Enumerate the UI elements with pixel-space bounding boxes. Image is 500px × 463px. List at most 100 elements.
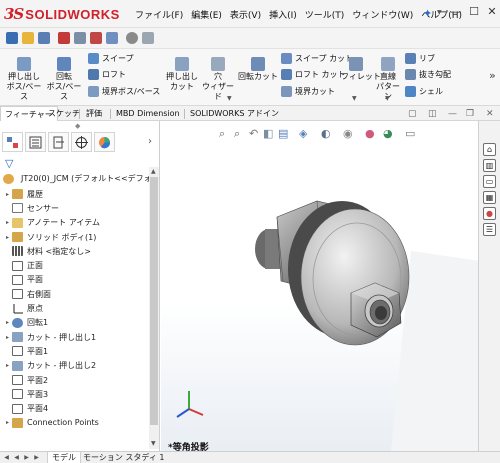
restore-doc-icon[interactable]: ❐ (466, 109, 474, 119)
tab-motion-study[interactable]: モーション スタディ 1 (79, 452, 168, 463)
boundary-cut-button[interactable]: 境界カット (281, 86, 335, 97)
maximize-button[interactable]: ☐ (467, 5, 481, 21)
expand-caret-icon[interactable]: ▸ (3, 219, 12, 226)
chevron-down-icon[interactable]: ▼ (227, 95, 232, 102)
property-manager-tab[interactable] (25, 132, 46, 152)
zoom-to-fit-icon[interactable]: ⌕ (219, 127, 225, 141)
loft-cut-button[interactable]: ロフト カット (281, 69, 346, 80)
chevron-down-icon[interactable]: ▼ (352, 95, 357, 102)
minimize-button[interactable]: — (449, 5, 463, 21)
next-tab-icon[interactable]: ▶ (22, 453, 31, 463)
rib-button[interactable]: リブ (405, 53, 435, 64)
sweep-button[interactable]: スイープ (88, 53, 134, 64)
tree-item-annotations[interactable]: ▸ アノテート アイテム (3, 216, 148, 230)
save-icon[interactable] (38, 32, 50, 44)
tree-item-connection-points[interactable]: ▸ Connection Points (3, 416, 148, 430)
display-style-icon[interactable]: ◐ (321, 127, 331, 140)
tree-item-front-plane[interactable]: 正面 (3, 258, 148, 272)
tree-item-sensors[interactable]: センサー (3, 201, 148, 215)
select-icon[interactable] (106, 32, 118, 44)
tree-item-plane2[interactable]: 平面2 (3, 373, 148, 387)
boundary-boss-button[interactable]: 境界ボス/ベース (88, 86, 160, 97)
tab-solidworks-addins[interactable]: SOLIDWORKS アドイン (186, 106, 283, 121)
expand-caret-icon[interactable]: ▸ (3, 419, 12, 426)
home-icon[interactable]: ⌂ (483, 143, 496, 156)
tab-sketch[interactable]: スケッチ (44, 106, 84, 121)
menu-insert[interactable]: 挿入(I) (265, 8, 301, 21)
zoom-to-area-icon[interactable]: ⌕ (234, 127, 240, 141)
tree-item-revolve1[interactable]: ▸ 回転1 (3, 316, 148, 330)
hide-show-items-icon[interactable]: ◉ (343, 127, 353, 140)
tree-item-cut-extrude2[interactable]: ▸ カット - 押し出し2 (3, 359, 148, 373)
edit-appearance-icon[interactable]: ● (365, 127, 375, 140)
revolve-cut-button[interactable]: 回転カット (236, 57, 280, 82)
tree-item-plane3[interactable]: 平面3 (3, 387, 148, 401)
loft-button[interactable]: ロフト (88, 69, 126, 80)
draft-button[interactable]: 抜き勾配 (405, 69, 451, 80)
undo-icon[interactable] (74, 32, 86, 44)
previous-view-icon[interactable]: ↶ (249, 127, 258, 140)
revolve-boss-button[interactable]: 回転 ボス/ベース (46, 57, 82, 102)
view-settings-icon[interactable]: ▭ (405, 127, 415, 140)
view-orientation-icon[interactable]: ◈ (299, 127, 307, 140)
print-icon[interactable] (58, 32, 70, 44)
design-library-icon[interactable]: ▥ (483, 159, 496, 172)
view-palette-icon[interactable]: ▦ (483, 191, 496, 204)
fillet-button[interactable]: フィレット (341, 57, 381, 82)
tree-item-material[interactable]: 材料 <指定なし> (3, 244, 148, 258)
tile-window-icon[interactable]: ▢ (408, 109, 417, 119)
expand-caret-icon[interactable]: ▸ (3, 362, 12, 369)
shell-button[interactable]: シェル (405, 86, 443, 97)
tree-item-cut-extrude1[interactable]: ▸ カット - 押し出し1 (3, 330, 148, 344)
tree-item-plane1[interactable]: 平面1 (3, 344, 148, 358)
dimxpert-manager-tab[interactable] (71, 132, 92, 152)
scroll-down-icon[interactable]: ▼ (151, 440, 156, 447)
tab-evaluate[interactable]: 評価 (82, 106, 106, 121)
expand-caret-icon[interactable]: ▸ (3, 234, 12, 241)
menu-file[interactable]: ファイル(F) (131, 8, 187, 21)
split-window-icon[interactable]: ◫ (428, 109, 437, 119)
expand-caret-icon[interactable]: ▸ (3, 319, 12, 326)
tree-item-plane4[interactable]: 平面4 (3, 401, 148, 415)
close-button[interactable]: ✕ (485, 5, 499, 21)
dynamic-annotation-icon[interactable]: ▤ (278, 127, 288, 140)
close-doc-icon[interactable]: ✕ (486, 109, 494, 119)
rebuild-icon[interactable] (90, 32, 102, 44)
tab-model[interactable]: モデル (47, 452, 81, 463)
tree-item-top-plane[interactable]: 平面 (3, 273, 148, 287)
tree-scrollbar[interactable]: ▲ ▼ (149, 167, 159, 449)
customize-icon[interactable] (142, 32, 154, 44)
prev-tab-icon[interactable]: ◀ (12, 453, 21, 463)
menu-window[interactable]: ウィンドウ(W) (348, 8, 417, 21)
minimize-doc-icon[interactable]: — (448, 109, 457, 119)
configuration-manager-tab[interactable] (48, 132, 69, 152)
expand-caret-icon[interactable]: ▸ (3, 334, 12, 341)
scrollbar-thumb[interactable] (150, 177, 158, 425)
new-document-icon[interactable] (6, 32, 18, 44)
chevron-down-icon[interactable]: ▼ (385, 95, 390, 102)
tab-mbd-dimension[interactable]: MBD Dimension (112, 106, 184, 121)
menu-tools[interactable]: ツール(T) (301, 8, 349, 21)
first-tab-icon[interactable]: ◀ (2, 453, 11, 463)
extrude-boss-button[interactable]: 押し出し ボス/ベース (6, 57, 42, 102)
chevron-down-icon[interactable]: ▼ (437, 9, 442, 16)
appearances-icon[interactable]: ● (483, 207, 496, 220)
display-manager-tab[interactable] (94, 132, 115, 152)
feature-manager-tab[interactable] (2, 132, 23, 152)
pin-icon[interactable]: ✦ (423, 7, 432, 20)
panel-drag-handle[interactable]: ◆ (75, 122, 80, 130)
solidworks-logo[interactable]: 3S SOLIDWORKS (4, 5, 120, 23)
tree-item-right-plane[interactable]: 右側面 (3, 287, 148, 301)
filter-icon[interactable]: ▽ (5, 157, 13, 170)
tree-item-solid-bodies[interactable]: ▸ ソリッド ボディ(1) (3, 230, 148, 244)
open-icon[interactable] (22, 32, 34, 44)
section-view-icon[interactable]: ◧ (263, 127, 273, 140)
ribbon-overflow-button[interactable]: » (489, 69, 496, 82)
tree-item-origin[interactable]: 原点 (3, 301, 148, 315)
options-gear-icon[interactable] (126, 32, 138, 44)
part-model-3d[interactable] (247, 197, 427, 367)
extrude-cut-button[interactable]: 押し出し カット (166, 57, 198, 92)
menu-edit[interactable]: 編集(E) (187, 8, 226, 21)
last-tab-icon[interactable]: ▶ (32, 453, 41, 463)
file-explorer-icon[interactable]: ▭ (483, 175, 496, 188)
